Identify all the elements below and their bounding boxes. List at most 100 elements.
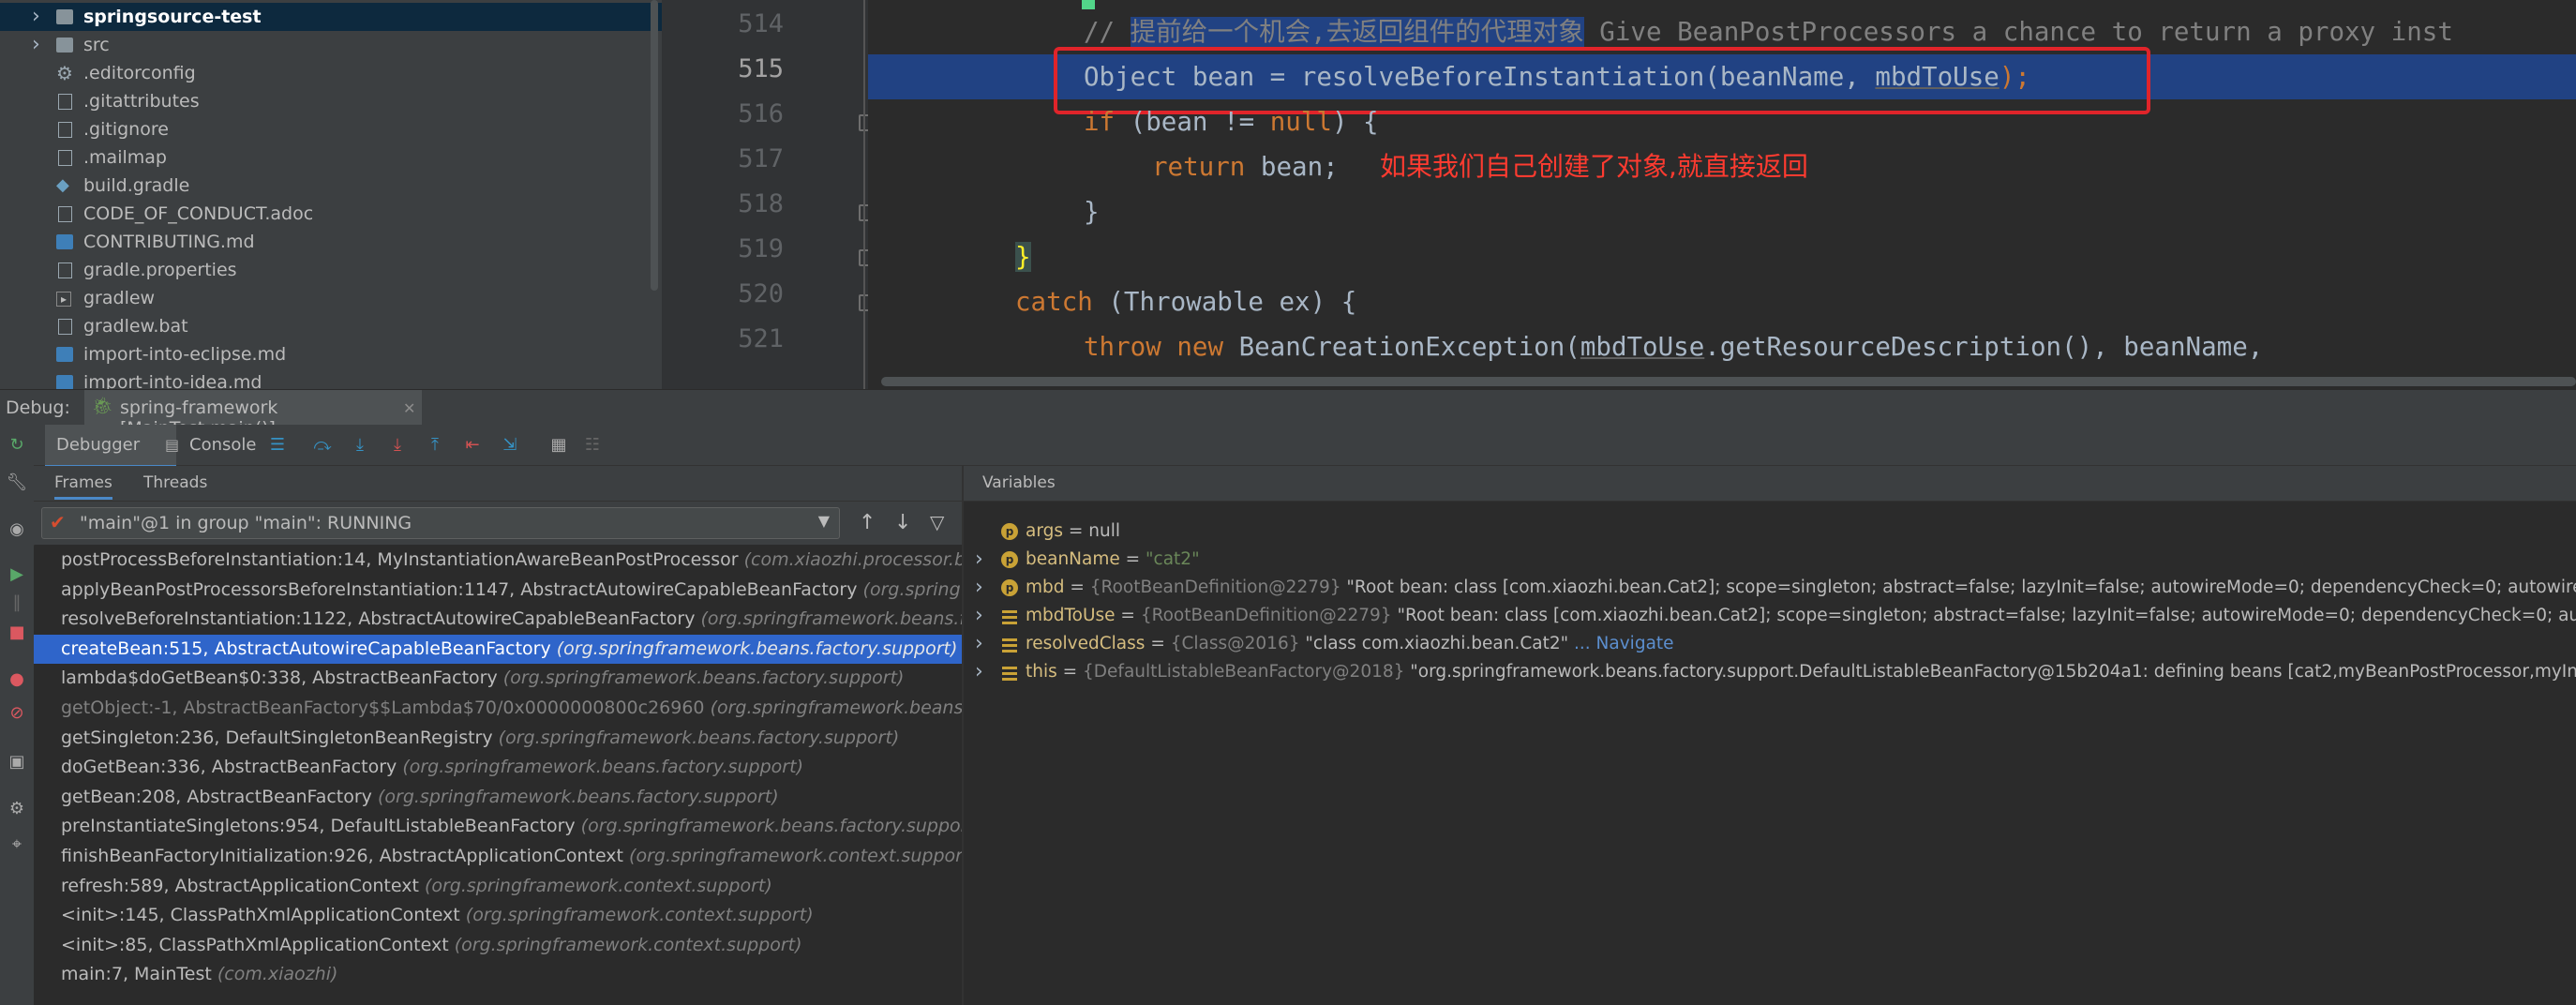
console-icon[interactable]: ▤ <box>165 436 179 454</box>
tab-console[interactable]: Console <box>189 435 256 455</box>
stack-frame[interactable]: getObject:-1, AbstractBeanFactory$$Lambd… <box>34 694 962 724</box>
stack-frame[interactable]: finishBeanFactoryInitialization:926, Abs… <box>34 842 962 872</box>
file-icon <box>58 122 72 138</box>
tab-threads[interactable]: Threads <box>143 473 207 492</box>
tree-item[interactable]: .gitignore <box>0 115 662 143</box>
trace-icon[interactable]: ☷ <box>581 434 604 457</box>
stop-icon[interactable]: ■ <box>6 622 28 644</box>
tree-item[interactable]: ⚙ .editorconfig <box>0 59 662 87</box>
comment-cn: 提前给一个机会,去返回组件的代理对象 <box>1130 17 1584 47</box>
stack-frame[interactable]: doGetBean:336, AbstractBeanFactory (org.… <box>34 753 962 783</box>
variable-row[interactable]: › p beanName = "cat2" <box>964 546 2576 574</box>
variables-tree: p args = null › p beanName = "cat2" › p mbd = {… <box>964 502 2576 1005</box>
markdown-file-icon <box>56 234 73 249</box>
variable-row[interactable]: › resolvedClass = {Class@2016} "class com… <box>964 630 2576 658</box>
line-number: 517 <box>738 144 784 173</box>
code-editor[interactable]: // 提前给一个机会,去返回组件的代理对象 Give BeanPostProce… <box>868 0 2576 389</box>
pin-icon[interactable]: ⌖ <box>6 833 28 856</box>
chevron-right-icon[interactable]: › <box>975 630 983 658</box>
mute-breakpoints-icon[interactable]: ⊘ <box>6 702 28 725</box>
stack-frame-package: (org.springframework.context.support) <box>454 934 802 955</box>
tree-item[interactable]: ▸ gradlew <box>0 284 662 312</box>
code-line-516: if (bean != null) { <box>1084 107 1379 137</box>
chevron-down-icon: ▼ <box>817 512 830 530</box>
evaluate-icon[interactable]: ▦ <box>547 434 570 457</box>
variable-row[interactable]: › this = {DefaultListableBeanFactory@2018… <box>964 658 2576 686</box>
tree-item[interactable]: .mailmap <box>0 143 662 172</box>
filter-icon[interactable]: ▽ <box>930 511 944 533</box>
chevron-right-icon[interactable]: › <box>975 602 983 630</box>
editor-horizontal-scrollbar[interactable] <box>881 377 2576 386</box>
stack-frame[interactable]: refresh:589, AbstractApplicationContext … <box>34 872 962 902</box>
layout-icon[interactable]: ☰ <box>266 434 289 457</box>
tree-item[interactable]: import-into-idea.md <box>0 368 662 389</box>
thread-select[interactable]: ✔ "main"@1 in group "main": RUNNING ▼ <box>41 507 840 539</box>
stack-frame-package: (org.springframework.beans.factory.suppo… <box>377 786 779 807</box>
chevron-right-icon[interactable]: › <box>32 31 41 56</box>
debug-toolwindow-header: Debug: 🐞︎ spring-framework [MainTest.mai… <box>0 389 2576 439</box>
tree-item[interactable]: .gitattributes <box>0 87 662 115</box>
stack-frame[interactable]: getSingleton:236, DefaultSingletonBeanRe… <box>34 724 962 754</box>
variable-equals: = <box>1063 521 1089 541</box>
tree-item[interactable]: › springsource-test <box>0 3 662 31</box>
tree-item[interactable]: › src <box>0 31 662 59</box>
tree-item[interactable]: ◆ build.gradle <box>0 172 662 200</box>
chevron-right-icon[interactable]: › <box>975 546 983 574</box>
tree-item[interactable]: CODE_OF_CONDUCT.adoc <box>0 200 662 228</box>
stack-frame[interactable]: <init>:85, ClassPathXmlApplicationContex… <box>34 931 962 961</box>
rerun-icon[interactable]: ↻ <box>6 434 28 457</box>
chevron-right-icon[interactable]: › <box>975 574 983 602</box>
file-icon <box>58 150 72 166</box>
run-to-cursor-icon[interactable]: ⇲ <box>499 434 521 457</box>
variable-row[interactable]: › p mbd = {RootBeanDefinition@2279} "Root … <box>964 574 2576 602</box>
stack-frame-package: (org.springframework.beans.factory.suppo… <box>580 816 962 837</box>
navigate-link[interactable]: ... Navigate <box>1568 634 1674 653</box>
eye-icon[interactable]: ◉ <box>6 518 28 541</box>
stack-frame[interactable]: main:7, MainTest (com.xiaozhi) <box>34 960 962 990</box>
tree-item-label: src <box>83 35 110 55</box>
debug-session-tab[interactable]: 🐞︎ spring-framework [MainTest.main()] ✕ <box>84 390 422 439</box>
step-out-icon[interactable]: ⤒ <box>424 434 446 457</box>
variable-row[interactable]: p args = null <box>964 518 2576 546</box>
chevron-right-icon[interactable]: › <box>32 3 41 28</box>
variable-type: {DefaultListableBeanFactory@2018} <box>1083 662 1411 682</box>
stack-frame[interactable]: preInstantiateSingletons:954, DefaultLis… <box>34 812 962 842</box>
breakpoints-icon[interactable]: ● <box>6 668 28 691</box>
project-tree-scrollbar[interactable] <box>651 0 658 291</box>
parameter-icon: p <box>1001 551 1018 568</box>
variable-name: mbdToUse <box>1026 606 1116 625</box>
tree-item-label: build.gradle <box>83 175 190 196</box>
tree-item[interactable]: import-into-eclipse.md <box>0 340 662 368</box>
step-into-icon[interactable]: ⤓ <box>349 434 371 457</box>
tree-item[interactable]: gradle.properties <box>0 256 662 284</box>
resume-icon[interactable]: ▶ <box>6 563 28 586</box>
stack-frame-method: getObject:-1, AbstractBeanFactory$$Lambd… <box>61 698 711 718</box>
wrench-icon[interactable]: 🔧︎ <box>6 472 28 494</box>
force-step-into-icon[interactable]: ⤓ <box>386 434 409 457</box>
bug-icon: 🐞︎ <box>92 397 113 416</box>
close-icon[interactable]: ✕ <box>403 399 415 417</box>
stack-frame[interactable]: <init>:145, ClassPathXmlApplicationConte… <box>34 901 962 931</box>
stack-frame[interactable]: applyBeanPostProcessorsBeforeInstantiati… <box>34 576 962 606</box>
gear-icon[interactable]: ⚙ <box>6 798 28 820</box>
tab-frames[interactable]: Frames <box>54 473 112 500</box>
chevron-right-icon[interactable]: › <box>975 658 983 686</box>
stack-frame[interactable]: getBean:208, AbstractBeanFactory (org.sp… <box>34 783 962 813</box>
field-icon <box>1001 608 1018 624</box>
stack-frame[interactable]: lambda$doGetBean$0:338, AbstractBeanFact… <box>34 664 962 694</box>
step-over-icon[interactable]: ⤼ <box>311 434 334 457</box>
drop-frame-icon[interactable]: ⇤ <box>461 434 484 457</box>
tree-item[interactable]: CONTRIBUTING.md <box>0 228 662 256</box>
stack-frame-method: doGetBean:336, AbstractBeanFactory <box>61 757 403 778</box>
arrow-down-icon[interactable]: ↓ <box>894 511 911 534</box>
variable-row[interactable]: › mbdToUse = {RootBeanDefinition@2279} "R… <box>964 602 2576 630</box>
camera-icon[interactable]: ▣ <box>6 751 28 773</box>
variable-type: {RootBeanDefinition@2279} <box>1089 578 1347 597</box>
stack-frame[interactable]: resolveBeforeInstantiation:1122, Abstrac… <box>34 605 962 635</box>
stack-frame[interactable]: createBean:515, AbstractAutowireCapableB… <box>34 634 962 665</box>
tree-item[interactable]: gradlew.bat <box>0 312 662 340</box>
arrow-up-icon[interactable]: ↑ <box>859 511 876 534</box>
stack-frame[interactable]: postProcessBeforeInstantiation:14, MyIns… <box>34 546 962 576</box>
variable-equals: = <box>1064 578 1090 597</box>
pause-icon[interactable]: ‖ <box>6 592 28 614</box>
